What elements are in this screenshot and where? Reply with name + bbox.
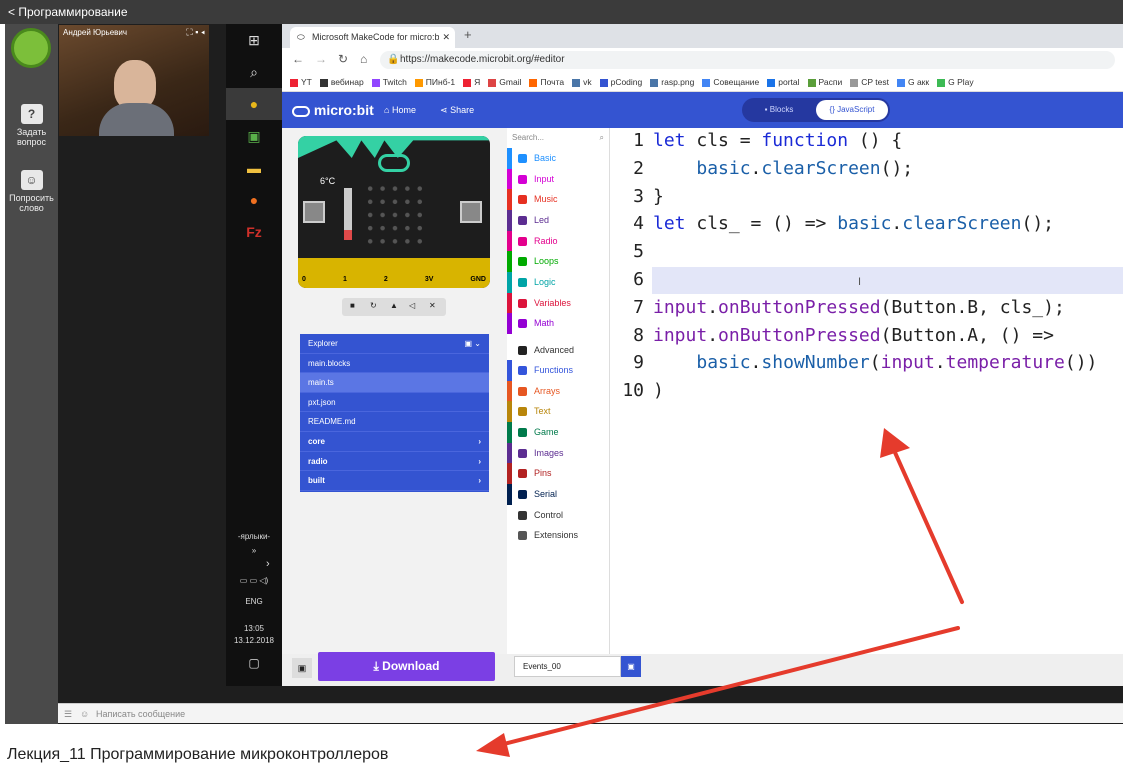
arrow-head-caption: [476, 733, 510, 757]
annotation-arrows: [476, 428, 964, 757]
arrow-to-code: [891, 446, 964, 604]
arrow-to-caption: [498, 626, 960, 747]
